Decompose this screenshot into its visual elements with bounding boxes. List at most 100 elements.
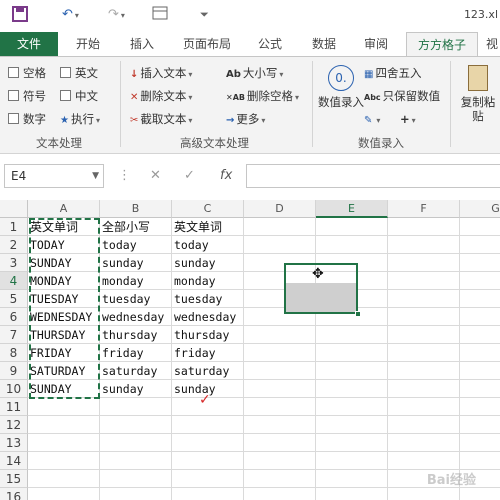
cell-c8[interactable]: friday xyxy=(172,344,244,362)
cell-e5[interactable] xyxy=(316,290,388,308)
column-header-f[interactable]: F xyxy=(388,200,460,218)
cell-a4[interactable]: MONDAY xyxy=(28,272,100,290)
checkbox-space[interactable]: 空格 xyxy=(8,65,46,81)
save-icon[interactable] xyxy=(12,6,28,24)
insert-text-button[interactable]: ↓ 插入文本 ▾ xyxy=(130,65,192,83)
cell-a5[interactable]: TUESDAY xyxy=(28,290,100,308)
cell-a14[interactable] xyxy=(28,452,100,470)
cell-g6[interactable] xyxy=(460,308,500,326)
cell-c5[interactable]: tuesday xyxy=(172,290,244,308)
cell-e3[interactable] xyxy=(316,254,388,272)
cell-f8[interactable] xyxy=(388,344,460,362)
cell-c12[interactable] xyxy=(172,416,244,434)
row-header-3[interactable]: 3 xyxy=(0,254,28,272)
cell-g5[interactable] xyxy=(460,290,500,308)
row-header-11[interactable]: 11 xyxy=(0,398,28,416)
cell-b16[interactable] xyxy=(100,488,172,500)
tab-formulas[interactable]: 公式 xyxy=(252,32,288,56)
cell-f14[interactable] xyxy=(388,452,460,470)
column-header-a[interactable]: A xyxy=(28,200,100,218)
row-header-14[interactable]: 14 xyxy=(0,452,28,470)
cell-d3[interactable] xyxy=(244,254,316,272)
cell-b13[interactable] xyxy=(100,434,172,452)
tab-page-layout[interactable]: 页面布局 xyxy=(176,32,238,56)
cell-a2[interactable]: TODAY xyxy=(28,236,100,254)
cell-f12[interactable] xyxy=(388,416,460,434)
cell-g14[interactable] xyxy=(460,452,500,470)
cell-a7[interactable]: THURSDAY xyxy=(28,326,100,344)
copy-paste-button[interactable]: 复制粘贴 xyxy=(456,65,500,123)
cell-b1[interactable]: 全部小写 xyxy=(100,218,172,236)
cell-f9[interactable] xyxy=(388,362,460,380)
row-header-2[interactable]: 2 xyxy=(0,236,28,254)
formula-input[interactable] xyxy=(246,164,500,188)
cell-f13[interactable] xyxy=(388,434,460,452)
row-header-10[interactable]: 10 xyxy=(0,380,28,398)
cell-b6[interactable]: wednesday xyxy=(100,308,172,326)
cell-d8[interactable] xyxy=(244,344,316,362)
cell-a10[interactable]: SUNDAY xyxy=(28,380,100,398)
cancel-icon[interactable]: ✕ xyxy=(150,168,161,183)
cell-e8[interactable] xyxy=(316,344,388,362)
enter-icon[interactable]: ✓ xyxy=(184,168,195,183)
select-all-corner[interactable] xyxy=(0,200,28,218)
cell-d13[interactable] xyxy=(244,434,316,452)
tab-review[interactable]: 审阅 xyxy=(356,32,396,56)
more-button[interactable]: → 更多 ▾ xyxy=(226,111,265,129)
cell-a1[interactable]: 英文单词 xyxy=(28,218,100,236)
row-header-1[interactable]: 1 xyxy=(0,218,28,236)
cell-g16[interactable] xyxy=(460,488,500,500)
cell-e6[interactable] xyxy=(316,308,388,326)
cell-g7[interactable] xyxy=(460,326,500,344)
customize-qat-icon[interactable]: ⏷ xyxy=(200,6,209,24)
name-box[interactable]: E4 ▼ xyxy=(4,164,104,188)
cell-g12[interactable] xyxy=(460,416,500,434)
round-button[interactable]: ▦ 四舍五入 xyxy=(364,65,421,83)
cell-a15[interactable] xyxy=(28,470,100,488)
cell-c7[interactable]: thursday xyxy=(172,326,244,344)
cell-b14[interactable] xyxy=(100,452,172,470)
cell-d10[interactable] xyxy=(244,380,316,398)
row-header-12[interactable]: 12 xyxy=(0,416,28,434)
tab-data[interactable]: 数据 xyxy=(304,32,344,56)
cell-b15[interactable] xyxy=(100,470,172,488)
row-header-7[interactable]: 7 xyxy=(0,326,28,344)
cell-f5[interactable] xyxy=(388,290,460,308)
row-header-5[interactable]: 5 xyxy=(0,290,28,308)
column-header-b[interactable]: B xyxy=(100,200,172,218)
cell-d11[interactable] xyxy=(244,398,316,416)
column-header-c[interactable]: C xyxy=(172,200,244,218)
row-header-4[interactable]: 4 xyxy=(0,272,28,290)
cell-g8[interactable] xyxy=(460,344,500,362)
row-header-8[interactable]: 8 xyxy=(0,344,28,362)
checkbox-english[interactable]: 英文 xyxy=(60,65,98,81)
cell-e16[interactable] xyxy=(316,488,388,500)
value-entry-button[interactable]: 0. 数值录入 xyxy=(318,65,364,109)
cell-c3[interactable]: sunday xyxy=(172,254,244,272)
cell-d7[interactable] xyxy=(244,326,316,344)
cell-b11[interactable] xyxy=(100,398,172,416)
cell-e10[interactable] xyxy=(316,380,388,398)
fill-handle[interactable] xyxy=(355,311,361,317)
cell-c13[interactable] xyxy=(172,434,244,452)
cell-f3[interactable] xyxy=(388,254,460,272)
tab-insert[interactable]: 插入 xyxy=(122,32,162,56)
cell-b8[interactable]: friday xyxy=(100,344,172,362)
cell-f10[interactable] xyxy=(388,380,460,398)
row-header-13[interactable]: 13 xyxy=(0,434,28,452)
execute-button[interactable]: ★ 执行 ▾ xyxy=(60,111,100,129)
cell-d6[interactable] xyxy=(244,308,316,326)
tab-file[interactable]: 文件 xyxy=(0,32,58,56)
cell-f11[interactable] xyxy=(388,398,460,416)
row-header-15[interactable]: 15 xyxy=(0,470,28,488)
tab-view[interactable]: 视 xyxy=(484,32,500,56)
redo-icon[interactable]: ↷ ▾ xyxy=(108,6,125,24)
change-case-button[interactable]: Ab 大小写 ▾ xyxy=(226,65,283,83)
cell-g2[interactable] xyxy=(460,236,500,254)
cell-a13[interactable] xyxy=(28,434,100,452)
cell-b12[interactable] xyxy=(100,416,172,434)
column-header-d[interactable]: D xyxy=(244,200,316,218)
cell-f7[interactable] xyxy=(388,326,460,344)
cell-e13[interactable] xyxy=(316,434,388,452)
cell-d14[interactable] xyxy=(244,452,316,470)
